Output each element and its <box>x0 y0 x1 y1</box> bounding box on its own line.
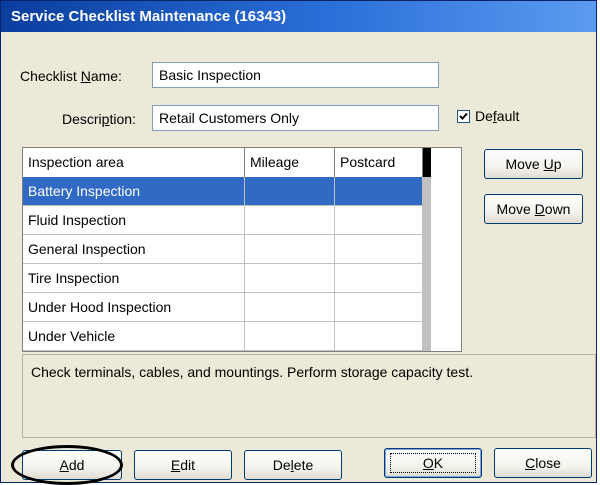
table-row[interactable]: Fluid Inspection <box>23 206 423 235</box>
default-checkbox[interactable] <box>457 110 470 123</box>
cell-area: General Inspection <box>23 235 245 263</box>
cell-area: Fluid Inspection <box>23 206 245 234</box>
cell-area: Under Vehicle <box>23 322 245 350</box>
delete-button[interactable]: Delete <box>244 450 342 480</box>
area-description: Check terminals, cables, and mountings. … <box>22 354 596 438</box>
cell-area: Under Hood Inspection <box>23 293 245 321</box>
table-row[interactable]: Under Vehicle <box>23 322 423 351</box>
cell-mileage[interactable] <box>245 322 335 350</box>
cell-postcard[interactable] <box>335 235 423 263</box>
move-up-button[interactable]: Move Up <box>484 149 583 179</box>
cell-postcard[interactable] <box>335 206 423 234</box>
move-down-button[interactable]: Move Down <box>484 194 583 224</box>
table-row[interactable]: Battery Inspection <box>23 177 423 206</box>
cell-postcard[interactable] <box>335 322 423 350</box>
cell-area: Tire Inspection <box>23 264 245 292</box>
cell-mileage[interactable] <box>245 206 335 234</box>
description-field[interactable] <box>152 105 439 131</box>
cell-area: Battery Inspection <box>23 177 245 205</box>
cell-mileage[interactable] <box>245 235 335 263</box>
add-button[interactable]: Add <box>22 450 122 480</box>
edit-button[interactable]: Edit <box>134 450 232 480</box>
checklist-name-field[interactable] <box>152 62 439 88</box>
column-header-mileage[interactable]: Mileage <box>245 148 335 177</box>
column-header-inspection-area[interactable]: Inspection area <box>23 148 245 177</box>
column-header-postcard[interactable]: Postcard <box>335 148 423 177</box>
cell-postcard[interactable] <box>335 293 423 321</box>
close-button[interactable]: Close <box>494 448 592 478</box>
cell-mileage[interactable] <box>245 264 335 292</box>
checklist-name-label: Checklist Name: <box>20 68 122 84</box>
default-label: Default <box>475 108 520 124</box>
window-title: Service Checklist Maintenance (16343) <box>1 1 596 32</box>
header-divider <box>423 148 431 177</box>
ok-button[interactable]: OK <box>384 448 482 478</box>
checkmark-icon <box>459 112 468 120</box>
cell-postcard[interactable] <box>335 177 423 205</box>
grid-scrollbar[interactable] <box>423 177 431 351</box>
inspection-grid: Inspection area Mileage Postcard Battery… <box>22 147 462 352</box>
cell-mileage[interactable] <box>245 293 335 321</box>
cell-mileage[interactable] <box>245 177 335 205</box>
service-checklist-dialog: Service Checklist Maintenance (16343) Ch… <box>0 0 597 485</box>
table-row[interactable]: Tire Inspection <box>23 264 423 293</box>
cell-postcard[interactable] <box>335 264 423 292</box>
grid-header: Inspection area Mileage Postcard <box>23 148 431 178</box>
description-label: Description: <box>62 111 136 127</box>
table-row[interactable]: Under Hood Inspection <box>23 293 423 322</box>
table-row[interactable]: General Inspection <box>23 235 423 264</box>
